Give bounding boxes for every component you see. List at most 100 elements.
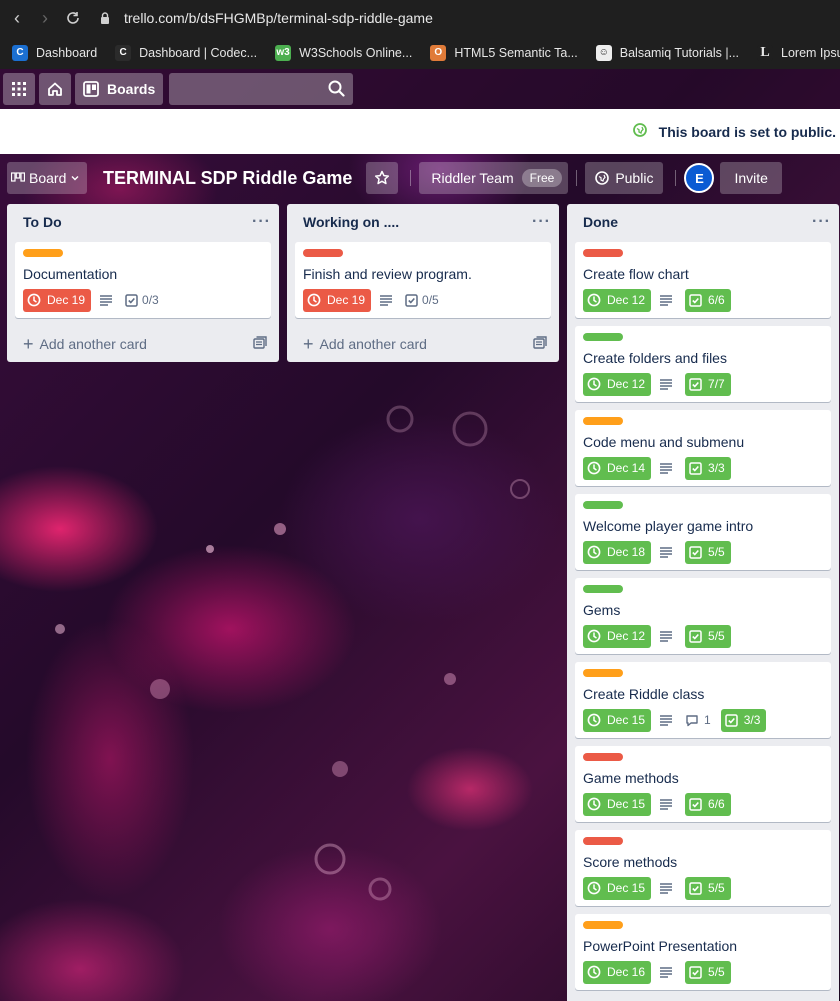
back-icon[interactable]: ‹ [6,7,28,29]
card-label[interactable] [583,333,623,341]
card[interactable]: Create flow chart Dec 12 6/6 [575,242,831,318]
card-label[interactable] [583,837,623,845]
due-date-text: Dec 12 [607,293,646,307]
board-title[interactable]: TERMINAL SDP Riddle Game [103,168,352,189]
add-card-left: + Add another card [23,334,147,355]
card[interactable]: Gems Dec 12 5/5 [575,578,831,654]
due-date-text: Dec 19 [327,293,366,307]
team-button[interactable]: Riddler Team Free [419,162,569,194]
checklist-count: 5/5 [708,629,725,643]
due-date-badge[interactable]: Dec 14 [583,456,652,480]
card-badges: Dec 15 1 3/3 [583,708,823,732]
bookmark-item[interactable]: O HTML5 Semantic Ta... [430,44,578,61]
card-title: Finish and review program. [303,266,472,282]
card-label[interactable] [583,921,623,929]
description-icon [659,462,673,474]
reload-icon[interactable] [62,7,84,29]
board-view-switcher[interactable]: Board [7,162,87,194]
card-template-icon[interactable] [253,335,267,353]
card-badges: Dec 15 5/5 [583,876,823,900]
card[interactable]: Finish and review program. Dec 19 0/5 [295,242,551,318]
bookmark-label: Balsamiq Tutorials |... [619,45,740,60]
card-label[interactable] [583,585,623,593]
globe-icon [595,171,610,185]
plus-icon: + [23,333,34,354]
app-switcher-button[interactable] [3,73,35,105]
comment-icon [686,714,698,726]
due-date-badge[interactable]: Dec 18 [583,540,652,564]
checklist-badge: 0/5 [405,289,445,312]
card[interactable]: Welcome player game intro Dec 18 5/5 [575,494,831,570]
card-label[interactable] [583,753,623,761]
list-title[interactable]: Working on .... [303,214,399,230]
card-title: Create folders and files [583,350,727,366]
bookmark-label: HTML5 Semantic Ta... [454,45,578,60]
list-menu-icon[interactable]: ··· [812,213,831,231]
avatar[interactable]: E [684,163,715,193]
card-label[interactable] [583,249,623,257]
team-name: Riddler Team [431,170,514,186]
card[interactable]: Create folders and files Dec 12 7/7 [575,326,831,402]
card-title: Score methods [583,854,678,870]
list-menu-icon[interactable]: ··· [252,213,271,231]
list-header: Done ··· [567,204,839,240]
card-label[interactable] [303,249,343,257]
list-menu-icon[interactable]: ··· [532,213,551,231]
card[interactable]: Create Riddle class Dec 15 1 3/3 [575,662,831,738]
due-date-text: Dec 19 [47,293,86,307]
plan-badge: Free [521,169,563,187]
checklist-badge: 5/5 [685,876,731,900]
bookmark-favicon-icon: O [430,44,447,61]
due-date-badge[interactable]: Dec 12 [583,624,652,648]
card[interactable]: Score methods Dec 15 5/5 [575,830,831,906]
card-badges: Dec 19 0/5 [303,288,543,312]
due-date-badge[interactable]: Dec 19 [303,288,372,312]
card-badges: Dec 16 5/5 [583,960,823,984]
plus-icon: + [303,333,314,354]
board-view-icon [11,172,25,182]
invite-button[interactable]: Invite [720,162,782,194]
checklist-count: 0/5 [422,293,439,307]
due-date-badge[interactable]: Dec 16 [583,960,652,984]
card[interactable]: Code menu and submenu Dec 14 3/3 [575,410,831,486]
bookmark-item[interactable]: C Dashboard | Codec... [115,44,257,61]
card-label[interactable] [583,501,623,509]
bookmark-item[interactable]: ☺ Balsamiq Tutorials |... [595,44,740,61]
due-date-badge[interactable]: Dec 12 [583,372,652,396]
add-card-button[interactable]: + Add another card [7,326,279,362]
bookmark-item[interactable]: L Lorem Ipsum - All t... [757,44,840,61]
checklist-icon [689,629,702,643]
due-date-badge[interactable]: Dec 15 [583,876,652,900]
description-icon [659,966,673,978]
due-date-badge[interactable]: Dec 19 [23,288,92,312]
forward-icon[interactable]: › [34,7,56,29]
add-card-button[interactable]: + Add another card [287,326,559,362]
description-icon [659,714,673,726]
boards-button[interactable]: Boards [75,73,164,105]
card[interactable]: PowerPoint Presentation Dec 16 5/5 [575,914,831,990]
search-input[interactable] [169,73,354,105]
card[interactable]: Documentation Dec 19 0/3 [15,242,271,318]
star-board-button[interactable] [366,162,399,194]
card-label[interactable] [583,669,623,677]
home-button[interactable] [39,73,71,105]
card-template-icon[interactable] [533,335,547,353]
due-date-badge[interactable]: Dec 12 [583,288,652,312]
card-label[interactable] [583,417,623,425]
bookmark-item[interactable]: C Dashboard [12,44,97,61]
address-bar[interactable]: trello.com/b/dsFHGMBp/terminal-sdp-riddl… [100,10,433,26]
card-label[interactable] [23,249,63,257]
lock-icon [100,12,110,24]
checklist-icon [724,713,738,727]
due-date-badge[interactable]: Dec 15 [583,708,652,732]
clock-icon [307,293,321,307]
visibility-button[interactable]: Public [585,162,664,194]
due-date-badge[interactable]: Dec 15 [583,792,652,816]
bookmark-favicon-icon: L [757,44,774,61]
bookmark-item[interactable]: w3 W3Schools Online... [275,44,412,61]
card[interactable]: Game methods Dec 15 6/6 [575,746,831,822]
clock-icon [587,881,601,895]
list-title[interactable]: Done [583,214,618,230]
list-title[interactable]: To Do [23,214,62,230]
list-header: Working on .... ··· [287,204,559,240]
